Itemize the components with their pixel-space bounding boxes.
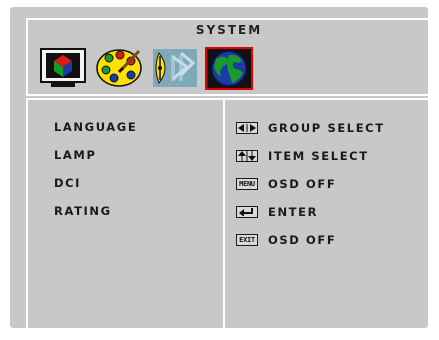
enter-key-icon bbox=[236, 206, 258, 218]
menu-item-dci[interactable]: DCI bbox=[54, 176, 81, 190]
exit-key-badge: EXIT bbox=[239, 236, 255, 244]
help-label: ENTER bbox=[268, 205, 319, 219]
menu-key-icon: MENU bbox=[236, 178, 258, 190]
help-label: ITEM SELECT bbox=[268, 149, 369, 163]
globe-icon bbox=[207, 49, 251, 88]
menu-item-lamp[interactable]: LAMP bbox=[54, 148, 97, 162]
tab-system[interactable] bbox=[205, 47, 253, 90]
color-palette-icon bbox=[96, 49, 142, 87]
menu-key-badge: MENU bbox=[239, 180, 255, 188]
tab-picture[interactable] bbox=[39, 47, 87, 90]
exit-key-icon: EXIT bbox=[236, 234, 258, 246]
tab-adjust[interactable] bbox=[151, 47, 199, 90]
up-down-arrows-icon bbox=[236, 150, 258, 162]
page-title: SYSTEM bbox=[195, 23, 263, 37]
content-panel: LANGUAGE LAMP DCI RATING GROUP SELECT IT… bbox=[26, 98, 432, 330]
menu-item-language[interactable]: LANGUAGE bbox=[54, 120, 137, 134]
header-panel: SYSTEM bbox=[26, 18, 432, 96]
help-label: OSD OFF bbox=[268, 177, 337, 191]
help-label: GROUP SELECT bbox=[268, 121, 385, 135]
picture-icon bbox=[40, 48, 86, 87]
left-right-arrows-icon bbox=[236, 122, 258, 134]
menu-item-rating[interactable]: RATING bbox=[54, 204, 112, 218]
adjust-icon bbox=[153, 49, 197, 87]
panel-divider bbox=[223, 100, 225, 328]
osd-window: SYSTEM LANGUAGE LAMP DCI RATING GROUP SE… bbox=[10, 7, 432, 330]
tab-color[interactable] bbox=[95, 47, 143, 90]
help-label: OSD OFF bbox=[268, 233, 337, 247]
